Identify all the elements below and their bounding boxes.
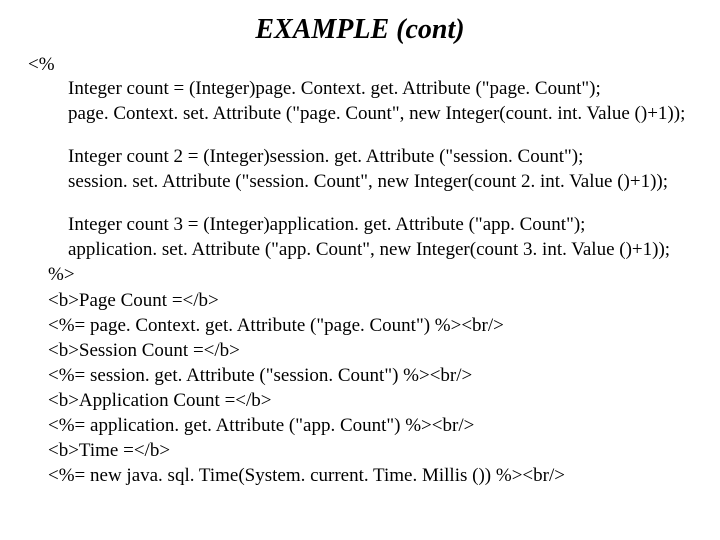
slide-title: EXAMPLE (cont): [20, 14, 700, 46]
code-line: application. set. Attribute ("app. Count…: [68, 237, 700, 262]
code-line: <b>Application Count =</b>: [48, 388, 700, 413]
code-line: Integer count 2 = (Integer)session. get.…: [68, 144, 700, 169]
code-line: <%= new java. sql. Time(System. current.…: [48, 463, 700, 488]
code-line: <%= application. get. Attribute ("app. C…: [48, 413, 700, 438]
code-line: <b>Page Count =</b>: [48, 288, 700, 313]
code-line: session. set. Attribute ("session. Count…: [68, 169, 700, 194]
code-line: Integer count 3 = (Integer)application. …: [68, 212, 700, 237]
blank-line: [20, 194, 700, 212]
code-block-3: Integer count 3 = (Integer)application. …: [68, 212, 700, 262]
code-block-2: Integer count 2 = (Integer)session. get.…: [68, 144, 700, 194]
code-line: <%= page. Context. get. Attribute ("page…: [48, 313, 700, 338]
code-line: Integer count = (Integer)page. Context. …: [68, 76, 700, 101]
code-line: <%= session. get. Attribute ("session. C…: [48, 363, 700, 388]
code-block-1: Integer count = (Integer)page. Context. …: [68, 76, 700, 126]
output-block: %> <b>Page Count =</b> <%= page. Context…: [48, 262, 700, 488]
code-line: page. Context. set. Attribute ("page. Co…: [68, 101, 700, 126]
blank-line: [20, 126, 700, 144]
scriptlet-open-tag: <%: [28, 54, 700, 76]
slide: EXAMPLE (cont) <% Integer count = (Integ…: [0, 0, 720, 498]
code-line: <b>Session Count =</b>: [48, 338, 700, 363]
scriptlet-close-tag: %>: [48, 262, 700, 287]
code-line: <b>Time =</b>: [48, 438, 700, 463]
